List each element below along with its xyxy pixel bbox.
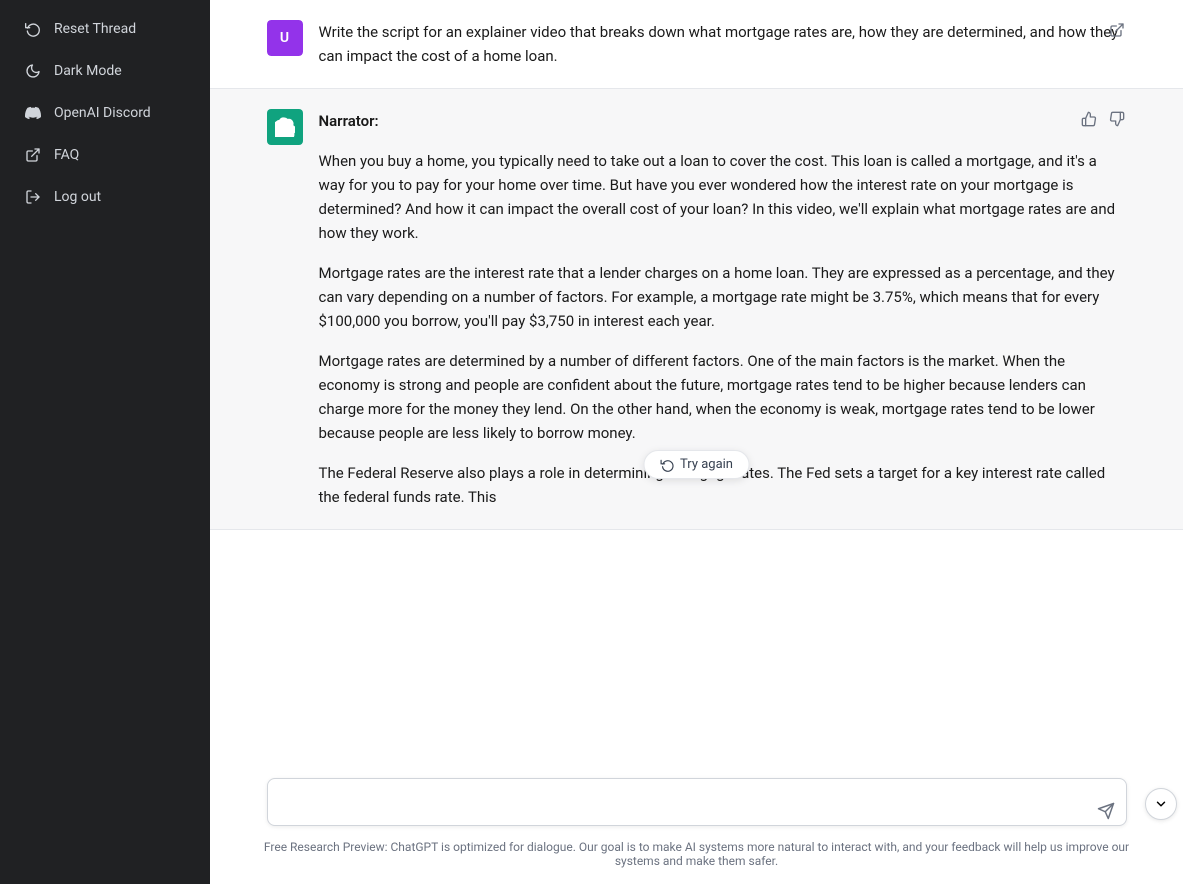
sidebar-item-label-faq: FAQ: [54, 147, 79, 163]
discord-icon: [24, 104, 42, 122]
chevron-down-icon: [1154, 797, 1168, 811]
moon-icon: [24, 62, 42, 80]
send-icon: [1097, 802, 1115, 820]
ai-message-block: Narrator: When you buy a home, you typic…: [210, 89, 1183, 530]
input-container: [267, 778, 1127, 830]
narrator-label: Narrator:: [319, 109, 1127, 133]
user-avatar-image: U: [267, 20, 303, 56]
scroll-down-button[interactable]: [1145, 788, 1177, 820]
ai-paragraph-3: Mortgage rates are determined by a numbe…: [319, 349, 1127, 445]
input-area: [210, 766, 1183, 830]
user-message-content: Write the script for an explainer video …: [319, 20, 1127, 68]
sidebar-item-dark-mode[interactable]: Dark Mode: [8, 52, 202, 90]
user-message-block: U Write the script for an explainer vide…: [210, 0, 1183, 89]
sidebar-item-logout[interactable]: Log out: [8, 178, 202, 216]
external-link-icon: [24, 146, 42, 164]
ai-avatar: [267, 109, 303, 145]
sidebar-item-faq[interactable]: FAQ: [8, 136, 202, 174]
user-message-text: Write the script for an explainer video …: [319, 20, 1127, 68]
sidebar-item-label-dark-mode: Dark Mode: [54, 63, 122, 79]
chat-input[interactable]: [267, 778, 1127, 826]
sidebar-item-reset-thread[interactable]: Reset Thread: [8, 10, 202, 48]
sidebar-item-label-openai-discord: OpenAI Discord: [54, 105, 151, 121]
ai-paragraph-2: Mortgage rates are the interest rate tha…: [319, 261, 1127, 333]
user-message-actions: [1107, 20, 1127, 40]
thumbs-up-button[interactable]: [1079, 109, 1099, 129]
reset-icon: [24, 20, 42, 38]
retry-icon: [660, 458, 674, 472]
try-again-label: Try again: [680, 457, 733, 472]
ai-message-actions: [1079, 109, 1127, 129]
user-avatar: U: [267, 20, 303, 56]
send-button[interactable]: [1097, 802, 1115, 820]
edit-message-button[interactable]: [1107, 20, 1127, 40]
sidebar-item-label-reset-thread: Reset Thread: [54, 21, 136, 37]
main-content: U Write the script for an explainer vide…: [210, 0, 1183, 884]
chat-area: U Write the script for an explainer vide…: [210, 0, 1183, 766]
sidebar-item-openai-discord[interactable]: OpenAI Discord: [8, 94, 202, 132]
logout-icon: [24, 188, 42, 206]
sidebar-item-label-logout: Log out: [54, 189, 101, 205]
ai-message-content: Narrator: When you buy a home, you typic…: [319, 109, 1127, 509]
ai-paragraph-1: When you buy a home, you typically need …: [319, 149, 1127, 245]
try-again-tooltip[interactable]: Try again: [643, 450, 750, 479]
sidebar: Reset Thread Dark Mode OpenAI Discord FA…: [0, 0, 210, 884]
footer-text: Free Research Preview: ChatGPT is optimi…: [210, 830, 1183, 884]
thumbs-down-button[interactable]: [1107, 109, 1127, 129]
